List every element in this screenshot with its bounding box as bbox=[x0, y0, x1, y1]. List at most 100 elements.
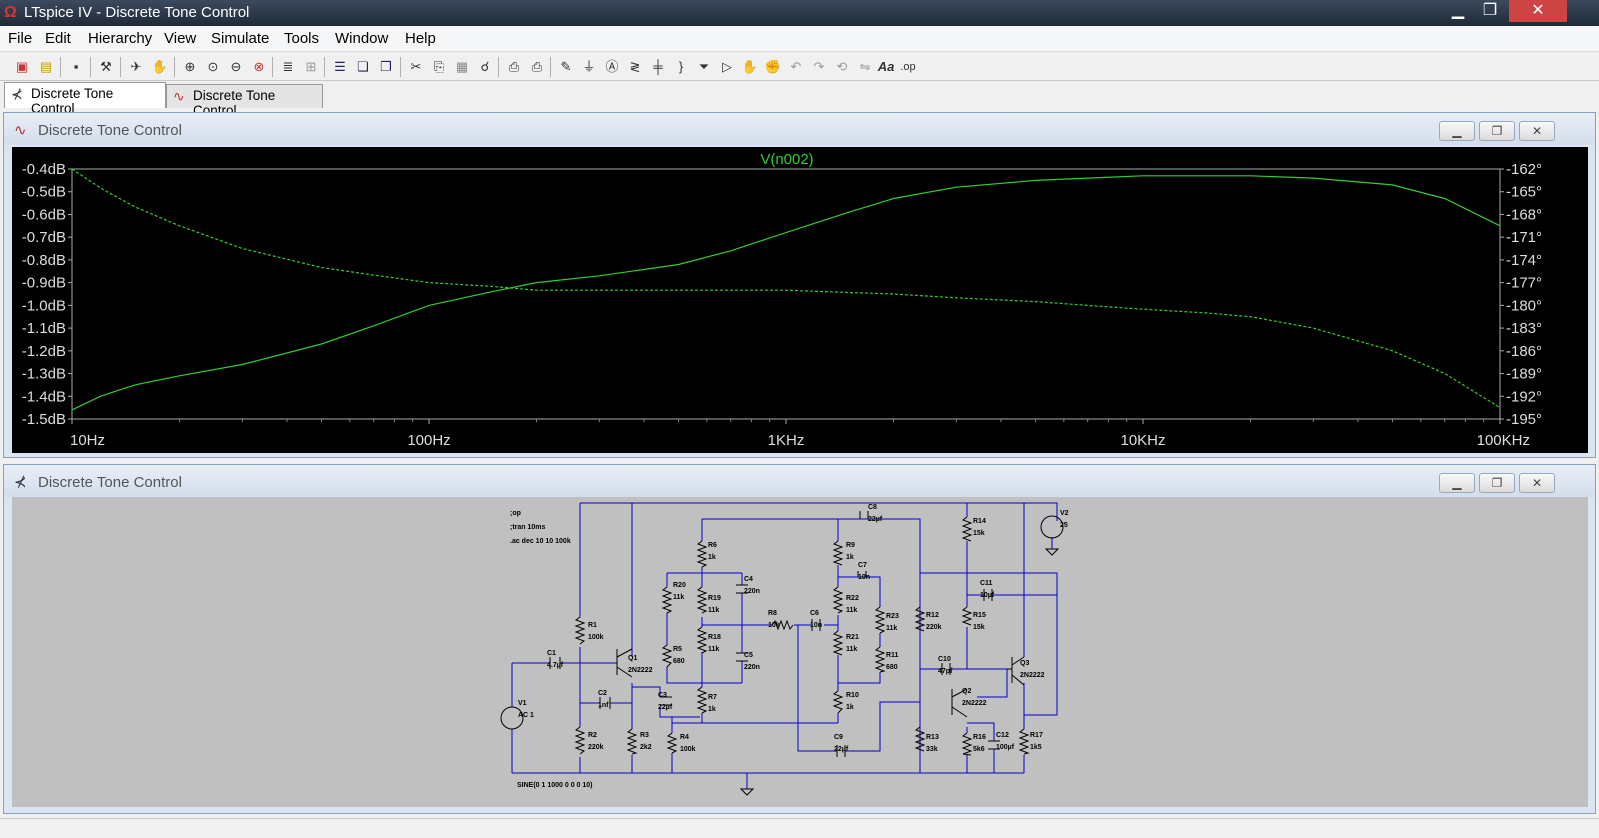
component-value-label[interactable]: 2k2 bbox=[640, 744, 652, 751]
component-value-label[interactable]: 11k bbox=[673, 594, 684, 601]
halt-icon[interactable]: ✋ bbox=[150, 57, 170, 77]
component-ref-label[interactable]: V2 bbox=[1060, 510, 1069, 517]
tile-horizontal-icon[interactable]: ☰ bbox=[330, 57, 350, 77]
open-icon[interactable]: ▤ bbox=[36, 57, 56, 77]
cut-icon[interactable]: ✂ bbox=[406, 57, 426, 77]
component-ref-label[interactable]: R1 bbox=[588, 622, 597, 629]
component-value-label[interactable]: 10n bbox=[858, 574, 870, 581]
label-icon[interactable]: Ⓐ bbox=[602, 57, 622, 77]
component-value-label[interactable]: AC 1 bbox=[518, 712, 534, 719]
diode-icon[interactable]: ⏷ bbox=[694, 57, 714, 77]
text-icon[interactable]: Aa bbox=[876, 57, 896, 77]
menu-help[interactable]: Help bbox=[405, 30, 436, 47]
component-value-label[interactable]: 680 bbox=[886, 664, 898, 671]
component-value-label[interactable]: 2N2222 bbox=[1020, 672, 1045, 679]
component-value-label[interactable]: 100k bbox=[588, 634, 604, 641]
component-value-label[interactable]: 2N2222 bbox=[628, 667, 653, 674]
component-ref-label[interactable]: R22 bbox=[846, 595, 859, 602]
control-panel-icon[interactable]: ⚒ bbox=[96, 57, 116, 77]
component-value-label[interactable]: 4.7µf bbox=[547, 662, 564, 669]
component-ref-label[interactable]: C8 bbox=[868, 504, 877, 511]
component-ref-label[interactable]: R20 bbox=[673, 582, 686, 589]
component-ref-label[interactable]: R9 bbox=[846, 542, 855, 549]
component-value-label[interactable]: 11k bbox=[886, 625, 897, 632]
component-ref-label[interactable]: C6 bbox=[810, 610, 819, 617]
component-value-label[interactable]: 1k bbox=[708, 706, 716, 713]
component-ref-label[interactable]: R17 bbox=[1030, 732, 1043, 739]
schematic-canvas[interactable]: R1 100k R2 220k C1 4.7µf C2 1nf Q1 2N2222 R3 2k2 C3 2… bbox=[12, 497, 1588, 807]
component-ref-label[interactable]: C1 bbox=[547, 650, 556, 657]
waveform-close-button[interactable]: ✕ bbox=[1519, 121, 1555, 141]
component-value-label[interactable]: 10k bbox=[768, 622, 780, 629]
component-value-label[interactable]: 11k bbox=[846, 646, 857, 653]
directive-ac[interactable]: .ac dec 10 10 100k bbox=[510, 538, 571, 545]
waveform-maximize-button[interactable]: ❐ bbox=[1479, 121, 1515, 141]
find-icon[interactable]: ☌ bbox=[475, 57, 495, 77]
component-ref-label[interactable]: C10 bbox=[938, 656, 951, 663]
component-ref-label[interactable]: R13 bbox=[926, 734, 939, 741]
trace-label[interactable]: V(n002) bbox=[760, 151, 813, 168]
component-ref-label[interactable]: Q2 bbox=[962, 688, 971, 695]
component-ref-label[interactable]: R7 bbox=[708, 694, 717, 701]
component-ref-label[interactable]: R11 bbox=[886, 652, 899, 659]
component-value-label[interactable]: 22µf bbox=[834, 746, 849, 753]
component-value-label[interactable]: 1nf bbox=[598, 702, 609, 709]
component-ref-label[interactable]: R4 bbox=[680, 734, 689, 741]
component-ref-label[interactable]: V1 bbox=[518, 700, 527, 707]
close-button[interactable]: ✕ bbox=[1509, 0, 1567, 22]
menu-simulate[interactable]: Simulate bbox=[211, 30, 269, 47]
run-icon[interactable]: ✈ bbox=[126, 57, 146, 77]
zoom-out-icon[interactable]: ⊖ bbox=[226, 57, 246, 77]
component-ref-label[interactable]: R18 bbox=[708, 634, 721, 641]
undo-icon[interactable]: ↶ bbox=[786, 57, 806, 77]
component-value-label[interactable]: 1k bbox=[708, 554, 716, 561]
autorange-icon[interactable]: ≣ bbox=[278, 57, 298, 77]
component-ref-label[interactable]: R5 bbox=[673, 646, 682, 653]
component-value-label[interactable]: 15k bbox=[973, 624, 985, 631]
component-ref-label[interactable]: R14 bbox=[973, 518, 986, 525]
tab-waveform[interactable]: ∿ Discrete Tone Control bbox=[166, 84, 323, 118]
maximize-button[interactable]: ❐ bbox=[1475, 0, 1505, 22]
component-ref-label[interactable]: R8 bbox=[768, 610, 777, 617]
schematic-maximize-button[interactable]: ❐ bbox=[1479, 473, 1515, 493]
component-value-label[interactable]: 220k bbox=[926, 624, 942, 631]
tile-vertical-icon[interactable]: ❏ bbox=[353, 57, 373, 77]
waveform-minimize-button[interactable]: ▁ bbox=[1439, 121, 1475, 141]
tab-schematic[interactable]: ⊀ Discrete Tone Control bbox=[4, 82, 166, 116]
wire-icon[interactable]: ✎ bbox=[556, 57, 576, 77]
component-value-label[interactable]: 47pf bbox=[938, 668, 953, 675]
print-icon[interactable]: ⎙ bbox=[527, 57, 547, 77]
component-ref-label[interactable]: C4 bbox=[744, 576, 753, 583]
component-value-label[interactable]: 22µf bbox=[658, 704, 673, 711]
component-ref-label[interactable]: R3 bbox=[640, 732, 649, 739]
component-ref-label[interactable]: R16 bbox=[973, 734, 986, 741]
directive-op[interactable]: ;op bbox=[510, 510, 521, 517]
component-ref-label[interactable]: R15 bbox=[973, 612, 986, 619]
redo-icon[interactable]: ↷ bbox=[809, 57, 829, 77]
paste-icon[interactable]: ▦ bbox=[452, 57, 472, 77]
component-ref-label[interactable]: R23 bbox=[886, 613, 899, 620]
component-value-label[interactable]: 680 bbox=[673, 658, 685, 665]
component-ref-label[interactable]: Q3 bbox=[1020, 660, 1029, 667]
component-value-label[interactable]: 25 bbox=[1060, 522, 1068, 529]
minimize-button[interactable]: ▁ bbox=[1441, 0, 1475, 22]
component-value-label[interactable]: 100k bbox=[680, 746, 696, 753]
component-ref-label[interactable]: R10 bbox=[846, 692, 859, 699]
schematic-minimize-button[interactable]: ▁ bbox=[1439, 473, 1475, 493]
component-ref-label[interactable]: R12 bbox=[926, 612, 939, 619]
component-value-label[interactable]: 11k bbox=[846, 607, 857, 614]
ground-icon[interactable]: ⏚ bbox=[579, 57, 599, 77]
component-value-label[interactable]: 1k bbox=[846, 704, 854, 711]
component-icon[interactable]: ▷ bbox=[717, 57, 737, 77]
menu-window[interactable]: Window bbox=[335, 30, 388, 47]
schematic-close-button[interactable]: ✕ bbox=[1519, 473, 1555, 493]
directive-tran[interactable]: ;tran 10ms bbox=[510, 524, 546, 531]
component-value-label[interactable]: 1k bbox=[846, 554, 854, 561]
component-ref-label[interactable]: C11 bbox=[980, 580, 993, 587]
component-value-label[interactable]: 22µf bbox=[868, 516, 883, 523]
component-ref-label[interactable]: Q1 bbox=[628, 655, 637, 662]
component-value-label[interactable]: 11k bbox=[708, 646, 719, 653]
mirror-icon[interactable]: ⇋ bbox=[855, 57, 875, 77]
component-ref-label[interactable]: C12 bbox=[996, 732, 1009, 739]
component-value-label[interactable]: 10µf bbox=[980, 592, 995, 599]
